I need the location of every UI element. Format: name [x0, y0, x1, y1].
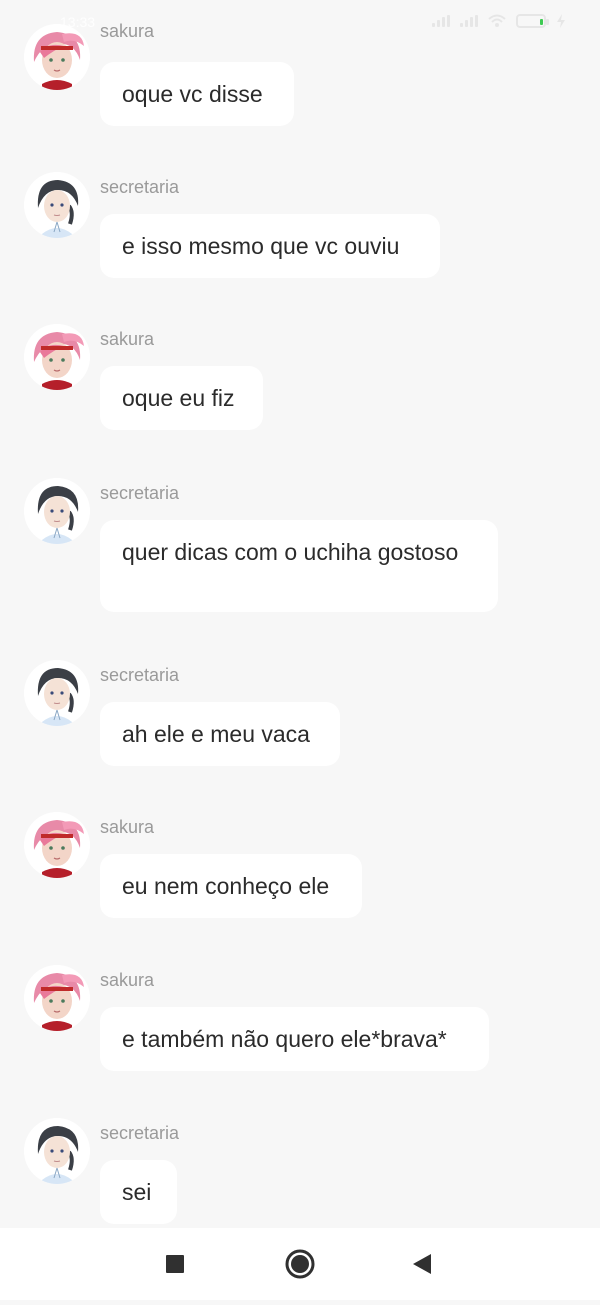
sender-name: secretaria — [100, 1123, 180, 1143]
bottom-navigation-bar — [0, 1228, 600, 1300]
sender-name: secretaria — [100, 665, 180, 685]
message-item: sakura oque vc disse — [0, 21, 600, 134]
secretaria-avatar[interactable] — [24, 1118, 90, 1184]
secretaria-avatar[interactable] — [24, 478, 90, 544]
message-item: secretaria sei — [0, 1118, 600, 1228]
message-item: secretaria quer dicas com o uchiha gosto… — [0, 478, 600, 618]
message-bubble[interactable]: sei — [100, 1160, 177, 1224]
back-button[interactable] — [387, 1228, 457, 1300]
sender-name: sakura — [100, 329, 155, 349]
home-circle-icon — [285, 1249, 315, 1279]
message-item: secretaria e isso mesmo que vc ouviu — [0, 172, 600, 282]
message-bubble[interactable]: quer dicas com o uchiha gostoso — [100, 520, 498, 612]
sender-name: sakura — [100, 21, 155, 41]
message-bubble[interactable]: e isso mesmo que vc ouviu — [100, 214, 440, 278]
sakura-avatar[interactable] — [24, 965, 90, 1031]
sender-name: secretaria — [100, 177, 180, 197]
recent-apps-square-icon — [166, 1255, 184, 1273]
message-item: secretaria ah ele e meu vaca — [0, 660, 600, 770]
home-button[interactable] — [265, 1228, 335, 1300]
sender-name: secretaria — [100, 483, 180, 503]
recent-apps-button[interactable] — [140, 1228, 210, 1300]
message-bubble[interactable]: eu nem conheço ele — [100, 854, 362, 918]
message-bubble[interactable]: oque vc disse — [100, 62, 294, 126]
message-item: sakura oque eu fiz — [0, 324, 600, 434]
sender-name: sakura — [100, 970, 155, 990]
message-bubble[interactable]: e também não quero ele*brava* — [100, 1007, 489, 1071]
sakura-avatar[interactable] — [24, 812, 90, 878]
sender-name: sakura — [100, 817, 155, 837]
sakura-avatar[interactable] — [24, 324, 90, 390]
sakura-avatar[interactable] — [24, 24, 90, 90]
secretaria-avatar[interactable] — [24, 660, 90, 726]
chat-thread[interactable]: sakura oque vc disse secretaria e isso m… — [0, 0, 600, 1228]
message-item: sakura e também não quero ele*brava* — [0, 965, 600, 1075]
message-bubble[interactable]: oque eu fiz — [100, 366, 263, 430]
message-item: sakura eu nem conheço ele — [0, 812, 600, 922]
secretaria-avatar[interactable] — [24, 172, 90, 238]
back-triangle-icon — [413, 1254, 431, 1274]
message-bubble[interactable]: ah ele e meu vaca — [100, 702, 340, 766]
